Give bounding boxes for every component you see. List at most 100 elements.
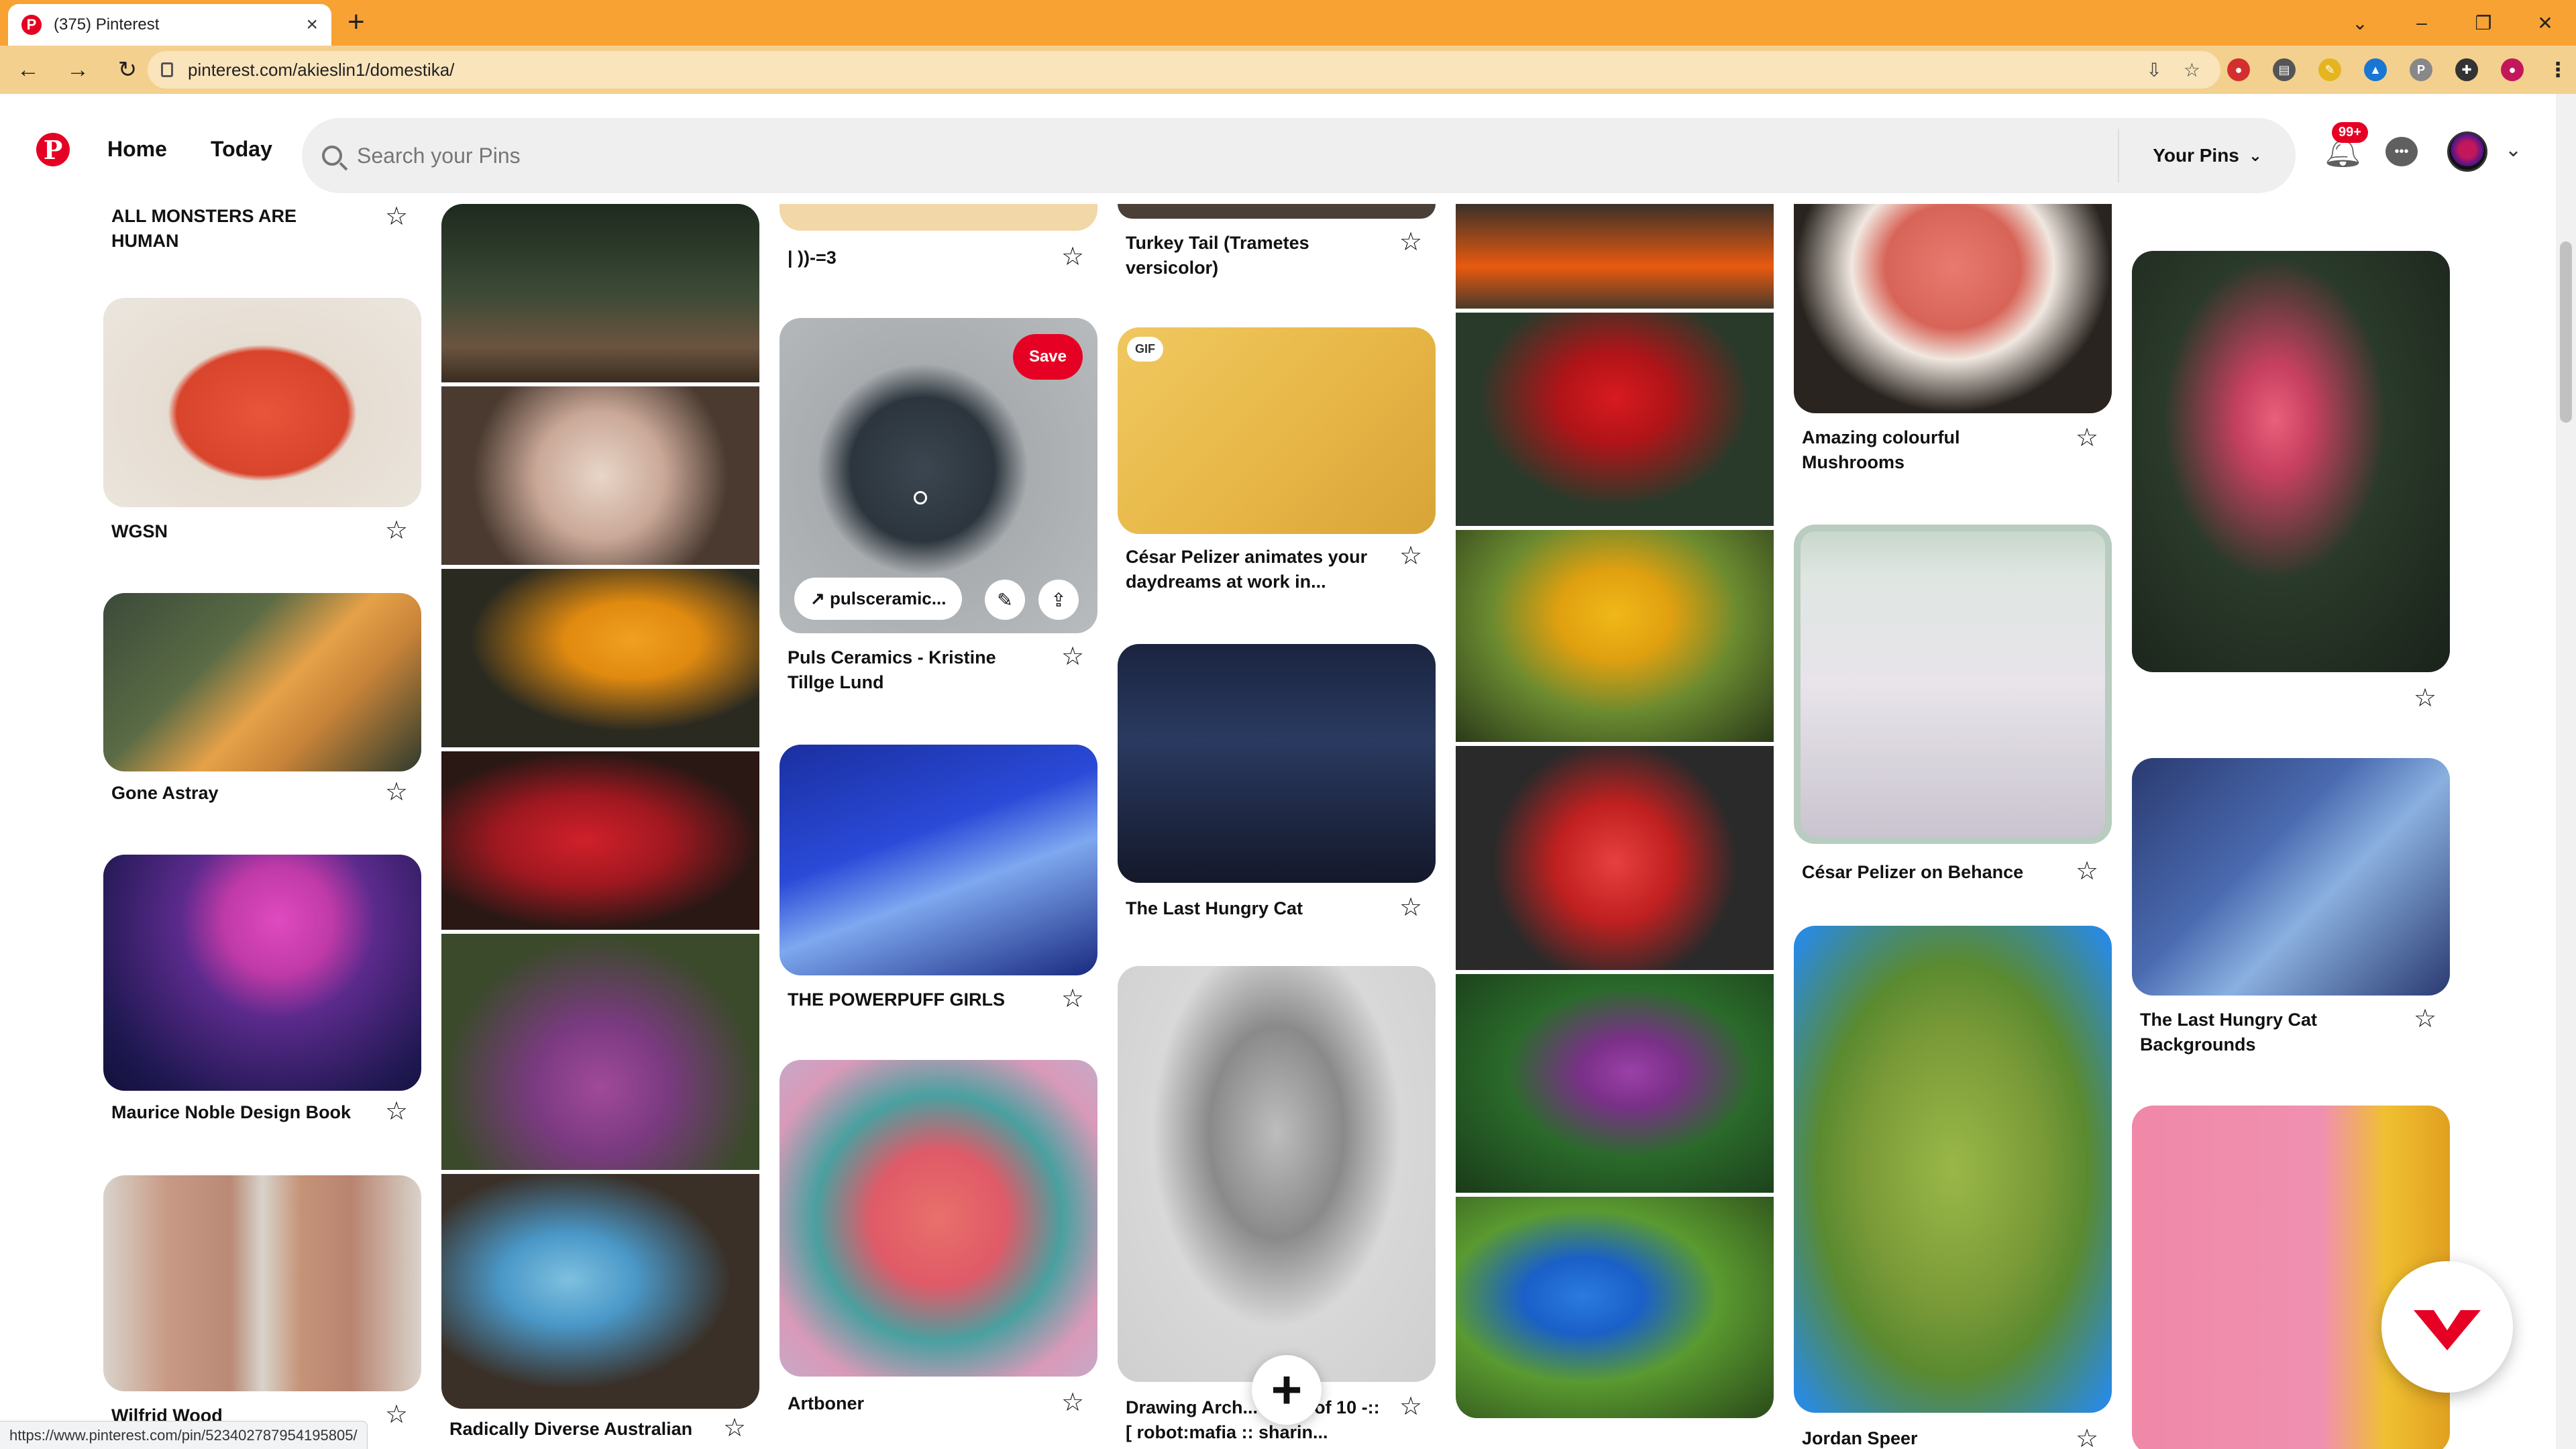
pin-title[interactable]: Drawing Arch... age 2 of 10 -::[ robot:m…	[1126, 1395, 1381, 1445]
pin-image[interactable]	[1794, 204, 2112, 413]
pin-card[interactable]: GIF César Pelizer animates your daydream…	[1118, 327, 1436, 609]
pin-title[interactable]: Turkey Tail (Trametes versicolor)	[1126, 231, 1381, 280]
edit-pencil-icon[interactable]: ✎	[985, 580, 1025, 620]
pin-image[interactable]	[441, 204, 759, 382]
scrollbar-thumb[interactable]	[2560, 241, 2572, 423]
pin-image[interactable]	[1794, 525, 2112, 844]
restore-icon[interactable]: ❐	[2453, 0, 2514, 46]
star-icon[interactable]: ☆	[385, 780, 408, 805]
pin-image[interactable]	[780, 745, 1097, 975]
avatar[interactable]	[2447, 131, 2487, 172]
nav-home[interactable]: Home	[107, 137, 167, 162]
pin-image[interactable]	[103, 855, 421, 1091]
minimize-icon[interactable]: –	[2391, 0, 2453, 46]
star-icon[interactable]: ☆	[1061, 1390, 1084, 1415]
profile-avatar-icon[interactable]: ●	[2501, 58, 2524, 81]
pin-title[interactable]: Jordan Speer	[1802, 1426, 2057, 1449]
pin-image[interactable]: GIF	[1118, 327, 1436, 534]
close-window-icon[interactable]: ✕	[2514, 0, 2576, 46]
pin-card[interactable]: The Last Hungry Cat Backgrounds ☆	[2132, 758, 2450, 1067]
star-icon[interactable]: ☆	[2076, 859, 2098, 884]
pin-image[interactable]	[2132, 251, 2450, 672]
pin-image[interactable]	[1456, 530, 1774, 742]
pin-image[interactable]	[103, 1175, 421, 1391]
extension-doc-icon[interactable]: ▤	[2273, 58, 2296, 81]
pin-title[interactable]: César Pelizer on Behance	[1802, 860, 2057, 885]
extension-pinterest-icon[interactable]: P	[2410, 58, 2432, 81]
extension-pencil-icon[interactable]: ✎	[2318, 58, 2341, 81]
star-icon[interactable]: ☆	[2414, 686, 2436, 711]
star-icon[interactable]: ☆	[1399, 229, 1422, 255]
chrome-menu-icon[interactable]: ⋮	[2546, 58, 2569, 81]
pin-image[interactable]	[780, 204, 1097, 231]
your-pins-dropdown[interactable]: Your Pins ⌄	[2118, 129, 2296, 182]
pin-card[interactable]: Wilfrid Wood ☆	[103, 1175, 421, 1449]
pin-image[interactable]	[1456, 313, 1774, 526]
pin-image[interactable]	[1456, 1197, 1774, 1418]
pin-card[interactable]	[2132, 1106, 2450, 1449]
pin-card[interactable]: Maurice Noble Design Book ☆	[103, 855, 421, 1150]
pin-image[interactable]	[1118, 966, 1436, 1382]
pinterest-logo-icon[interactable]: P	[36, 133, 70, 166]
lock-icon[interactable]	[161, 62, 173, 77]
pin-title[interactable]: | ))-=3	[788, 246, 1042, 270]
pin-card[interactable]: Artboner ☆	[780, 1060, 1097, 1436]
pin-card[interactable]: ☆	[2132, 251, 2450, 720]
star-icon[interactable]: ☆	[1399, 895, 1422, 920]
star-icon[interactable]: ☆	[1399, 543, 1422, 569]
star-icon[interactable]: ☆	[2414, 1006, 2436, 1032]
back-icon[interactable]: ←	[7, 48, 50, 91]
browser-tab[interactable]: P (375) Pinterest ×	[8, 4, 331, 46]
pin-image[interactable]	[103, 593, 421, 771]
pin-title[interactable]: Puls Ceramics - Kristine Tillge Lund	[788, 645, 1042, 695]
floating-brand-button[interactable]	[2381, 1261, 2513, 1393]
pin-card[interactable]	[1456, 204, 1774, 1449]
pin-image[interactable]	[441, 569, 759, 747]
pin-image[interactable]	[441, 934, 759, 1170]
pin-image[interactable]	[103, 298, 421, 507]
star-icon[interactable]: ☆	[2076, 425, 2098, 451]
extension-drop-icon[interactable]: ▲	[2364, 58, 2387, 81]
pin-title[interactable]: The Last Hungry Cat	[1126, 896, 1381, 921]
pin-image[interactable]	[1456, 974, 1774, 1193]
pin-image[interactable]	[441, 751, 759, 930]
account-chevron-down-icon[interactable]: ⌄	[2505, 138, 2522, 162]
star-icon[interactable]: ☆	[385, 518, 408, 543]
star-icon[interactable]: ☆	[385, 204, 408, 229]
search-input[interactable]	[357, 143, 2034, 168]
pin-card[interactable]: Turkey Tail (Trametes versicolor) ☆	[1118, 204, 1436, 298]
address-bar[interactable]: pinterest.com/akieslin1/domestika/ ⇩ ☆	[148, 51, 2220, 89]
pin-title[interactable]: ALL MONSTERS ARE HUMAN	[111, 204, 366, 254]
save-button[interactable]: Save	[1012, 334, 1083, 380]
pin-title[interactable]: Gone Astray	[111, 781, 366, 806]
star-icon[interactable]: ☆	[2076, 1426, 2098, 1449]
star-icon[interactable]: ☆	[1399, 1394, 1422, 1419]
bookmark-star-icon[interactable]: ☆	[2184, 59, 2200, 81]
pin-card[interactable]: Gone Astray ☆	[103, 593, 421, 821]
star-icon[interactable]: ☆	[1061, 244, 1084, 270]
messages-icon[interactable]: •••	[2385, 137, 2418, 166]
page-scrollbar[interactable]	[2556, 94, 2576, 1449]
pin-title[interactable]: THE POWERPUFF GIRLS	[788, 987, 1042, 1012]
extensions-puzzle-icon[interactable]: ✚	[2455, 58, 2478, 81]
pin-title[interactable]: César Pelizer animates your daydreams at…	[1126, 545, 1381, 594]
pin-card[interactable]: THE POWERPUFF GIRLS ☆	[780, 745, 1097, 1026]
new-tab-button[interactable]: +	[347, 5, 365, 39]
pin-card[interactable]: Radically Diverse Australian ☆	[441, 204, 759, 1449]
forward-icon[interactable]: →	[56, 48, 99, 91]
extension-adblock-icon[interactable]: ●	[2227, 58, 2250, 81]
pin-card[interactable]: The Last Hungry Cat ☆	[1118, 644, 1436, 926]
pin-image[interactable]	[1118, 204, 1436, 219]
pin-image[interactable]	[1794, 926, 2112, 1413]
pin-image[interactable]: Save ↗ pulsceramic... ✎ ⇪	[780, 318, 1097, 633]
pin-card[interactable]	[1794, 525, 2112, 844]
pin-title[interactable]: Amazing colourful Mushrooms	[1802, 425, 2057, 475]
pin-card-hovered[interactable]: Save ↗ pulsceramic... ✎ ⇪ Puls Ceramics …	[780, 318, 1097, 694]
pin-title[interactable]: Artboner	[788, 1391, 1042, 1416]
pin-title[interactable]: Maurice Noble Design Book	[111, 1100, 366, 1125]
pin-card[interactable]: | ))-=3 ☆	[780, 204, 1097, 278]
nav-today[interactable]: Today	[211, 137, 272, 162]
pin-card[interactable]: WGSN ☆	[103, 298, 421, 543]
pin-image[interactable]	[1456, 746, 1774, 970]
pin-card[interactable]: Amazing colourful Mushrooms ☆	[1794, 204, 2112, 486]
